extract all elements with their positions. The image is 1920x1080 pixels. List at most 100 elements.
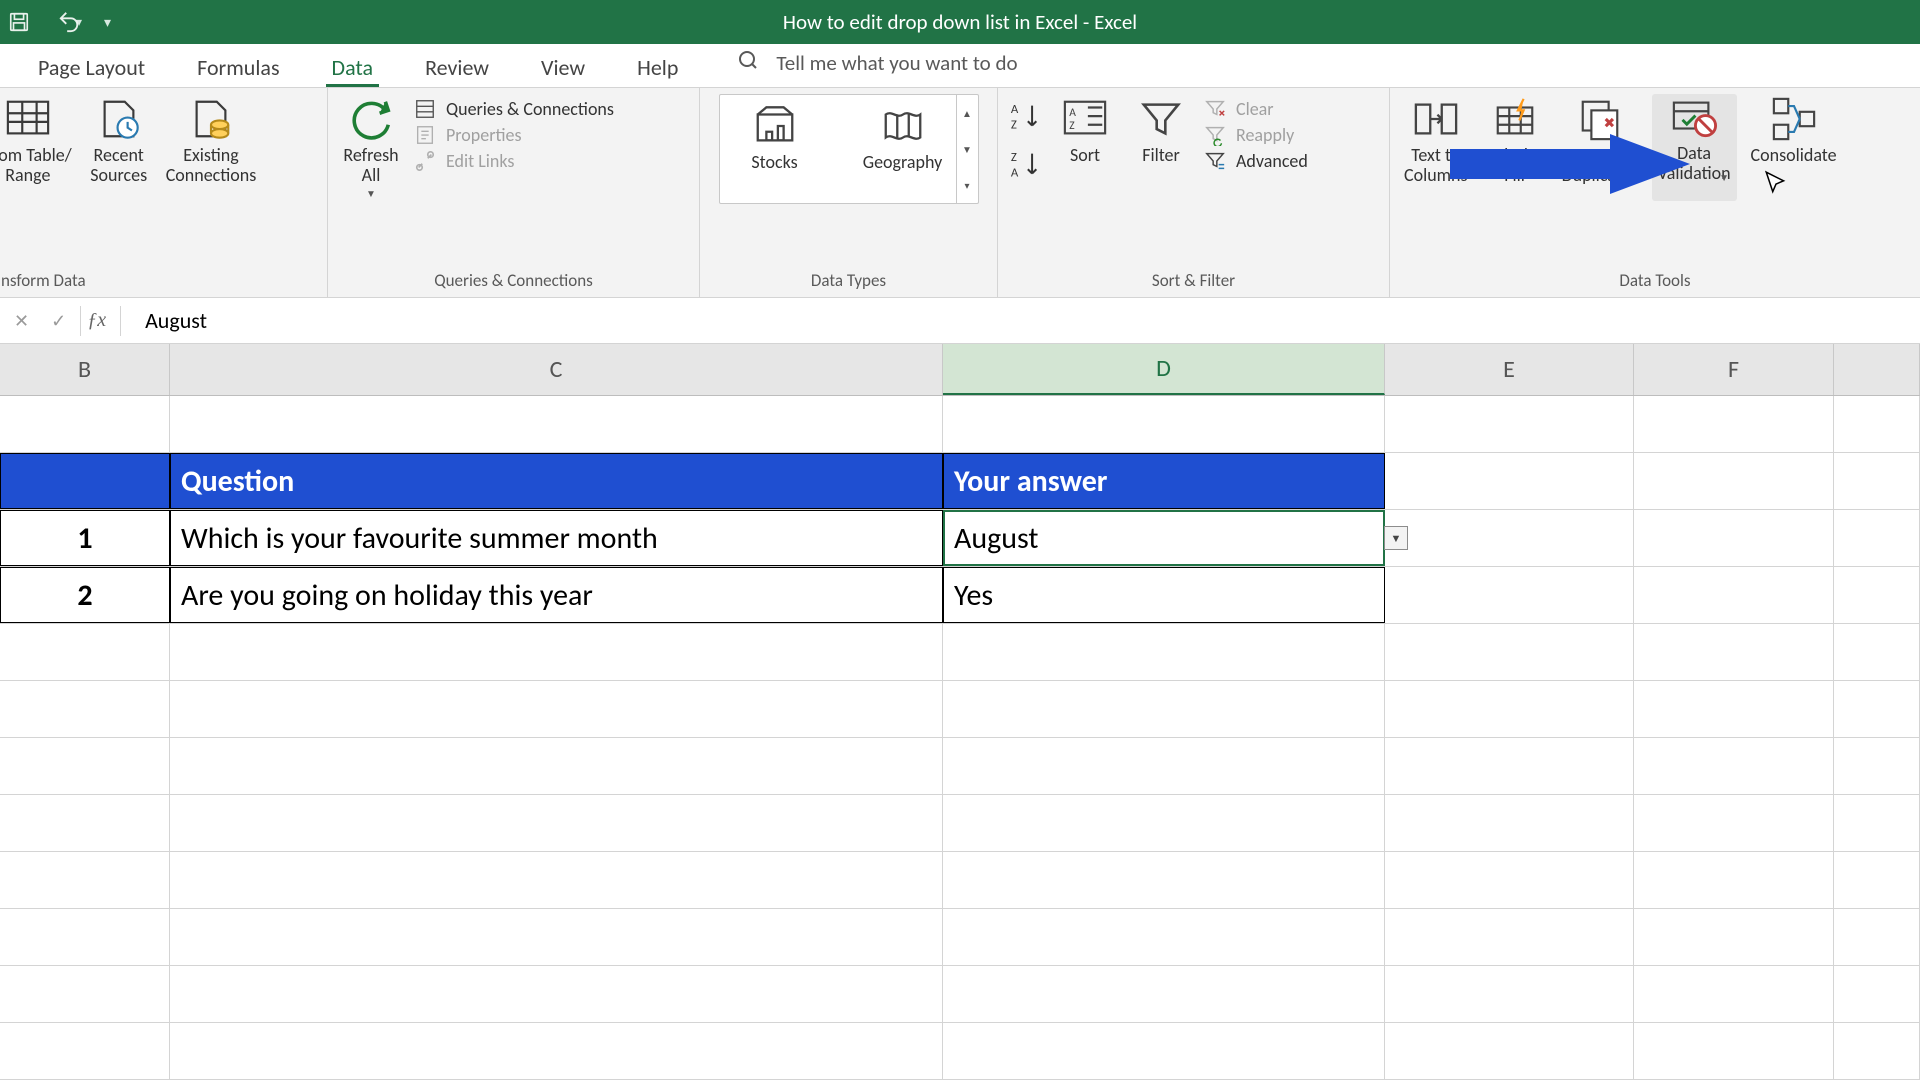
grid-row[interactable] xyxy=(0,966,1920,1023)
sort-dialog-icon: AZ xyxy=(1062,96,1108,142)
queries-connections-icon xyxy=(414,98,436,120)
save-icon[interactable] xyxy=(8,11,30,33)
grid-row[interactable] xyxy=(0,852,1920,909)
from-table-range-button[interactable]: From Table/ Range xyxy=(0,94,76,188)
formula-bar: ✕ ✓ ƒx August xyxy=(0,298,1920,344)
svg-text:A: A xyxy=(1011,102,1019,117)
sort-button[interactable]: AZ Sort xyxy=(1052,94,1118,168)
geography-icon xyxy=(880,103,926,149)
svg-text:Z: Z xyxy=(1011,150,1017,165)
cancel-formula-icon: ✕ xyxy=(14,310,29,332)
undo-icon[interactable] xyxy=(58,11,80,33)
dropdown-caret-icon: ▼ xyxy=(366,188,376,199)
reapply-filter-button: Reapply xyxy=(1204,124,1308,146)
sort-asc-icon[interactable]: AZ xyxy=(1008,100,1042,134)
column-header-d[interactable]: D xyxy=(943,344,1385,395)
dropdown-caret-icon: ▼ xyxy=(1719,172,1729,183)
tab-page-layout[interactable]: Page Layout xyxy=(32,54,151,87)
insert-function-icon[interactable]: ƒx xyxy=(81,309,120,332)
svg-text:A: A xyxy=(1069,106,1076,120)
row-number-cell[interactable]: 2 xyxy=(0,567,170,623)
grid-row[interactable] xyxy=(0,909,1920,966)
column-header-f[interactable]: F xyxy=(1634,344,1834,395)
queries-connections-button[interactable]: Queries & Connections xyxy=(414,98,614,120)
question-cell[interactable]: Are you going on holiday this year xyxy=(170,567,943,623)
clear-filter-button: Clear xyxy=(1204,98,1308,120)
tell-me-placeholder: Tell me what you want to do xyxy=(776,50,1017,76)
tab-data[interactable]: Data xyxy=(326,54,380,87)
geography-datatype-button[interactable]: Geography xyxy=(848,101,958,175)
column-header-e[interactable]: E xyxy=(1385,344,1634,395)
properties-icon xyxy=(414,124,436,146)
consolidate-icon xyxy=(1771,96,1817,142)
dropdown-button-icon[interactable]: ▼ xyxy=(1384,526,1408,550)
enter-formula-icon: ✓ xyxy=(51,310,66,332)
quick-access-toolbar: ▾ ▾ xyxy=(0,11,111,33)
table-row[interactable]: 2 Are you going on holiday this year Yes xyxy=(0,567,1920,624)
filter-button[interactable]: Filter xyxy=(1128,94,1194,168)
question-cell[interactable]: Which is your favourite summer month xyxy=(170,510,943,566)
reapply-icon xyxy=(1204,124,1226,146)
formula-bar-value[interactable]: August xyxy=(121,307,207,334)
svg-text:Z: Z xyxy=(1011,117,1017,132)
title-bar: ▾ ▾ How to edit drop down list in Excel … xyxy=(0,0,1920,44)
grid-row[interactable] xyxy=(0,738,1920,795)
header-cell-question[interactable]: Question xyxy=(170,453,943,509)
column-headers: B C D E F xyxy=(0,344,1920,396)
grid-row[interactable] xyxy=(0,396,1920,453)
funnel-icon xyxy=(1138,96,1184,142)
data-tools-group-label: Data Tools xyxy=(1400,270,1910,295)
svg-text:A: A xyxy=(1011,165,1019,180)
table-header-row[interactable]: Question Your answer xyxy=(0,453,1920,510)
sort-filter-group-label: Sort & Filter xyxy=(1008,270,1379,295)
grid-row[interactable] xyxy=(0,1023,1920,1080)
qat-customize-icon[interactable]: ▾ xyxy=(104,14,111,31)
clear-filter-icon xyxy=(1204,98,1226,120)
column-header-c[interactable]: C xyxy=(170,344,943,395)
lightbulb-icon xyxy=(736,48,760,78)
column-header-b[interactable]: B xyxy=(0,344,170,395)
ribbon-tabs: Page Layout Formulas Data Review View He… xyxy=(0,44,1920,88)
queries-connections-group-label: Queries & Connections xyxy=(338,270,689,295)
header-cell-number[interactable] xyxy=(0,453,170,509)
cursor-icon xyxy=(1763,170,1789,203)
data-types-gallery[interactable]: Stocks Geography ▲▼▾ xyxy=(719,94,979,204)
stocks-icon xyxy=(752,103,798,149)
header-cell-answer[interactable]: Your answer xyxy=(943,453,1385,509)
worksheet-grid[interactable]: B C D E F Question Your answer 1 Which i… xyxy=(0,344,1920,1080)
tab-help[interactable]: Help xyxy=(631,54,684,87)
refresh-icon xyxy=(348,96,394,142)
refresh-all-button[interactable]: Refresh All ▼ xyxy=(338,94,404,201)
transform-data-group-label: Transform Data xyxy=(0,270,317,295)
tab-view[interactable]: View xyxy=(535,54,591,87)
annotation-arrow-icon xyxy=(1450,134,1690,194)
recent-sources-icon xyxy=(96,96,142,142)
properties-button: Properties xyxy=(414,124,614,146)
data-types-group-label: Data Types xyxy=(710,270,987,295)
svg-text:Z: Z xyxy=(1069,119,1075,133)
grid-row[interactable] xyxy=(0,624,1920,681)
advanced-filter-button[interactable]: Advanced xyxy=(1204,150,1308,172)
grid-row[interactable] xyxy=(0,681,1920,738)
tell-me-search[interactable]: Tell me what you want to do xyxy=(736,48,1017,87)
recent-sources-button[interactable]: Recent Sources xyxy=(86,94,152,188)
edit-links-icon xyxy=(414,150,436,172)
table-row[interactable]: 1 Which is your favourite summer month A… xyxy=(0,510,1920,567)
column-header-rest[interactable] xyxy=(1834,344,1920,395)
tab-review[interactable]: Review xyxy=(419,54,495,87)
answer-cell-value: August xyxy=(954,520,1038,557)
grid-row[interactable] xyxy=(0,795,1920,852)
existing-connections-icon xyxy=(188,96,234,142)
tab-formulas[interactable]: Formulas xyxy=(191,54,285,87)
sort-desc-icon[interactable]: ZA xyxy=(1008,148,1042,182)
table-icon xyxy=(5,96,51,142)
gallery-scroll-icon[interactable]: ▲▼▾ xyxy=(956,95,978,203)
row-number-cell[interactable]: 1 xyxy=(0,510,170,566)
consolidate-button[interactable]: Consolidate xyxy=(1747,94,1841,168)
stocks-datatype-button[interactable]: Stocks xyxy=(730,101,820,175)
window-title: How to edit drop down list in Excel - Ex… xyxy=(783,9,1137,35)
advanced-filter-icon xyxy=(1204,150,1226,172)
existing-connections-button[interactable]: Existing Connections xyxy=(162,94,261,188)
answer-cell[interactable]: Yes xyxy=(943,567,1385,623)
answer-cell-selected[interactable]: August ▼ xyxy=(943,510,1385,566)
